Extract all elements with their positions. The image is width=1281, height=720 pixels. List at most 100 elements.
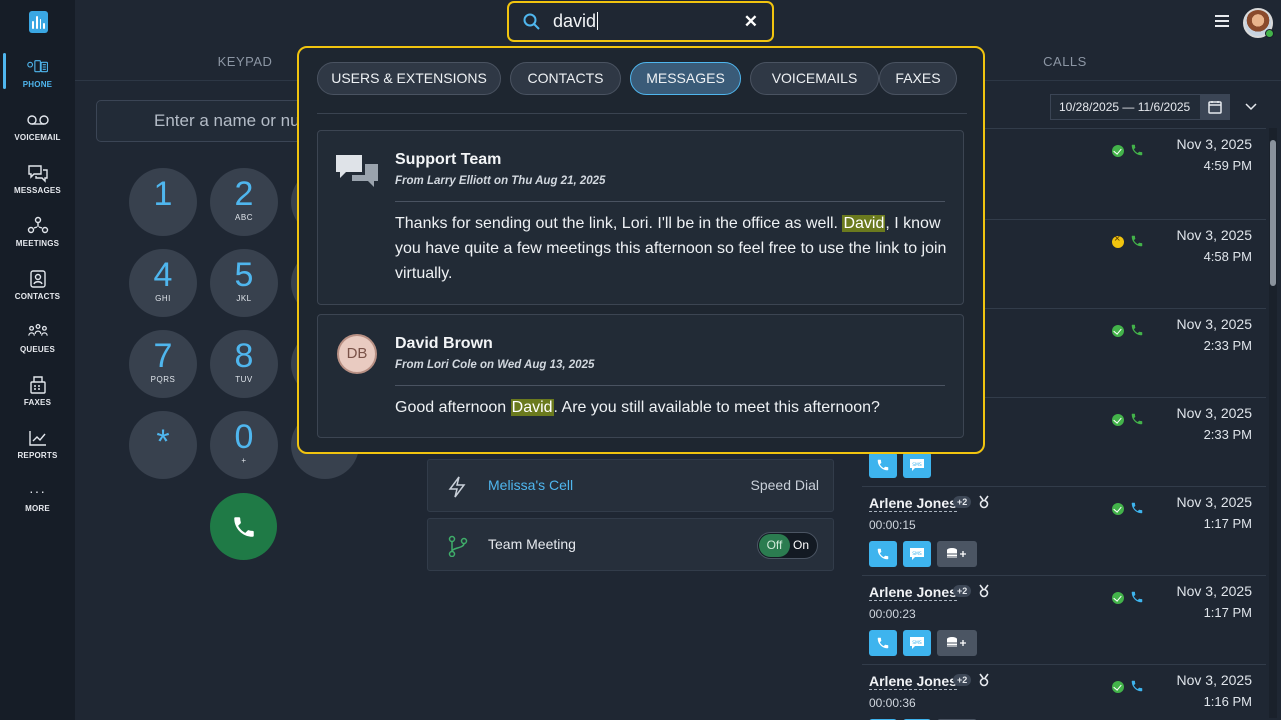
key-star[interactable]: * [129, 411, 197, 479]
call-time: 2:33 PM [1203, 338, 1252, 353]
filter-faxes[interactable]: FAXES [879, 62, 957, 95]
call-row[interactable]: Arlene Jones +2 00:00:23 Nov 3, 2025 1:17 PM… [862, 575, 1266, 664]
call-date: Nov 3, 2025 [1176, 494, 1253, 510]
key-7[interactable]: 7 PQRS [129, 330, 197, 398]
filter-contacts[interactable]: CONTACTS [510, 62, 621, 95]
result-title: David Brown [395, 335, 493, 352]
contact-avatar: DB [337, 334, 377, 374]
call-status-icon [1112, 325, 1124, 337]
filter-voicemails[interactable]: VOICEMAILS [750, 62, 879, 95]
global-search[interactable]: david ✕ [507, 1, 774, 42]
key-0[interactable]: 0 + [210, 411, 278, 479]
call-duration: 00:00:23 [869, 607, 916, 621]
call-time: 4:58 PM [1203, 249, 1252, 264]
send-sms-button[interactable]: SMS [903, 541, 931, 567]
key-8[interactable]: 8 TUV [210, 330, 278, 398]
nav-item-contacts[interactable]: CONTACTS [0, 269, 75, 315]
nav-item-reports[interactable]: REPORTS [0, 428, 75, 474]
search-input[interactable]: david [553, 11, 598, 32]
message-result[interactable]: Support Team From Larry Elliott on Thu A… [317, 130, 964, 305]
call-status-icon [1112, 414, 1124, 426]
call-row[interactable]: Arlene Jones +2 00:00:36 Nov 3, 2025 1:16 PM… [862, 664, 1266, 720]
call-back-button[interactable] [869, 452, 897, 478]
search-icon [523, 13, 541, 36]
reports-icon [27, 428, 49, 448]
calendar-icon[interactable] [1200, 94, 1230, 120]
voicemail-icon [26, 110, 49, 130]
divider [317, 113, 967, 114]
nav-item-meetings[interactable]: MEETINGS [0, 216, 75, 262]
search-results-popup: USERS & EXTENSIONS CONTACTS MESSAGES VOI… [297, 46, 985, 454]
key-2[interactable]: 2 ABC [210, 168, 278, 236]
nav-label: VOICEMAIL [14, 133, 61, 142]
call-date: Nov 3, 2025 [1176, 136, 1253, 152]
call-time: 1:16 PM [1203, 694, 1252, 709]
dial-input[interactable]: Enter a name or number [96, 100, 326, 142]
call-button[interactable] [210, 493, 277, 560]
filter-messages[interactable]: MESSAGES [630, 62, 741, 95]
call-time: 1:17 PM [1203, 605, 1252, 620]
speed-dial-name[interactable]: Melissa's Cell [488, 477, 573, 493]
message-result[interactable]: DB David Brown From Lori Cole on Wed Aug… [317, 314, 964, 438]
add-to-contacts-button[interactable] [937, 630, 977, 656]
conference-icon [978, 584, 990, 603]
team-meeting-toggle[interactable]: Off On [757, 532, 818, 559]
lightning-icon [448, 476, 466, 503]
call-duration: 00:00:15 [869, 518, 916, 532]
calls-scrollbar[interactable] [1269, 128, 1277, 718]
toggle-on-label: On [792, 538, 809, 552]
speed-dial-row[interactable]: Team Meeting Off On [427, 518, 834, 571]
key-1[interactable]: 1 [129, 168, 197, 236]
call-row[interactable]: Arlene Jones +2 00:00:15 Nov 3, 2025 1:17 PM… [862, 486, 1266, 575]
search-match-highlight: David [510, 399, 554, 416]
outbound-call-icon [1130, 590, 1144, 609]
nav-label: MORE [25, 504, 50, 513]
send-sms-button[interactable]: SMS [903, 630, 931, 656]
nav-item-faxes[interactable]: FAXES [0, 375, 75, 421]
tab-keypad[interactable]: KEYPAD [175, 54, 315, 69]
inbound-call-icon [1130, 234, 1144, 253]
nav-item-voicemail[interactable]: VOICEMAIL [0, 110, 75, 156]
app-logo-icon[interactable] [29, 11, 48, 33]
svg-text:SMS: SMS [912, 551, 922, 557]
svg-text:SMS: SMS [912, 640, 922, 646]
result-body: Thanks for sending out the link, Lori. I… [395, 215, 947, 282]
scrollbar-thumb[interactable] [1270, 140, 1276, 286]
menu-icon[interactable] [1215, 15, 1229, 30]
tab-calls[interactable]: CALLS [1000, 54, 1130, 69]
chevron-down-icon[interactable] [1244, 99, 1258, 117]
nav-item-more[interactable]: ··· MORE [0, 481, 75, 527]
nav-item-queues[interactable]: QUEUES [0, 322, 75, 368]
send-sms-button[interactable]: SMS [903, 452, 931, 478]
divider [395, 201, 945, 202]
nav-label: REPORTS [17, 451, 58, 460]
branch-icon [448, 535, 468, 562]
nav-item-messages[interactable]: MESSAGES [0, 163, 75, 209]
key-5[interactable]: 5 JKL [210, 249, 278, 317]
user-avatar[interactable] [1243, 8, 1274, 38]
outbound-call-icon [1130, 501, 1144, 520]
participants-badge: +2 [953, 496, 972, 508]
inbound-call-icon [1130, 143, 1144, 162]
meetings-icon [27, 216, 49, 236]
clear-search-icon[interactable]: ✕ [744, 12, 758, 32]
inbound-call-icon [1130, 412, 1144, 431]
filter-users-extensions[interactable]: USERS & EXTENSIONS [317, 62, 501, 95]
key-4[interactable]: 4 GHI [129, 249, 197, 317]
nav-label: MESSAGES [14, 186, 61, 195]
conference-icon [978, 673, 990, 692]
call-date: Nov 3, 2025 [1176, 672, 1253, 688]
result-title: Support Team [395, 151, 502, 168]
add-to-contacts-button[interactable] [937, 541, 977, 567]
caller-name[interactable]: Arlene Jones [869, 584, 957, 601]
nav-item-phone[interactable]: PHONE [0, 53, 75, 103]
caller-name[interactable]: Arlene Jones [869, 495, 957, 512]
call-back-button[interactable] [869, 630, 897, 656]
call-back-button[interactable] [869, 541, 897, 567]
outbound-call-icon [1130, 679, 1144, 698]
nav-label: MEETINGS [15, 239, 60, 248]
caller-name[interactable]: Arlene Jones [869, 673, 957, 690]
call-date: Nov 3, 2025 [1176, 583, 1253, 599]
speed-dial-row[interactable]: Melissa's Cell Speed Dial [427, 459, 834, 512]
call-status-icon [1112, 145, 1124, 157]
